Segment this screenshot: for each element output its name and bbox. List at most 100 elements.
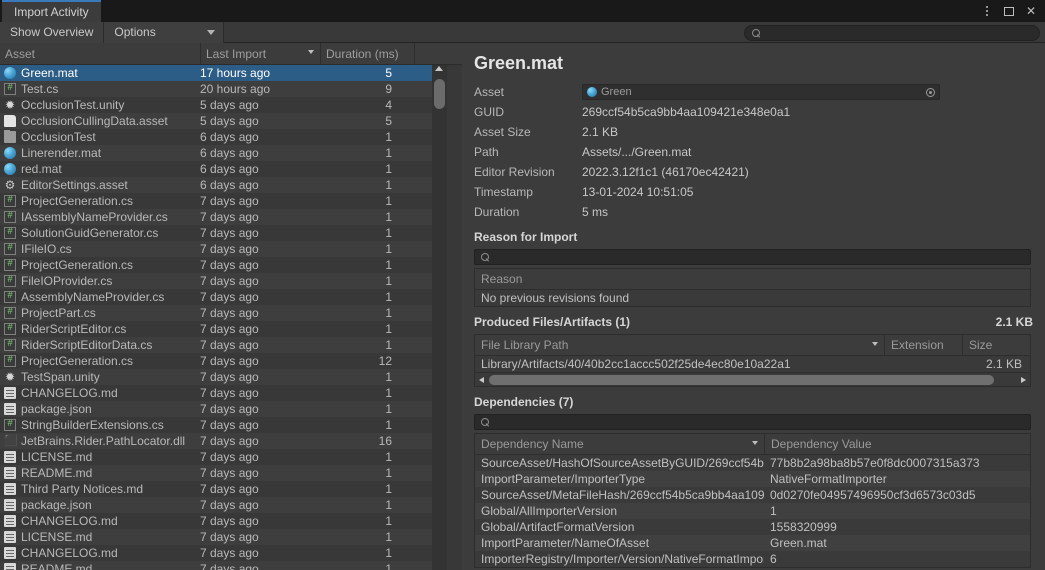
column-header-extension[interactable]: Extension [884,335,962,355]
table-row[interactable]: Global/ArtifactFormatVersion 1558320999 [475,519,1030,535]
table-row[interactable]: Library/Artifacts/40/40b2cc1accc502f25de… [475,356,1030,372]
table-row[interactable]: ProjectGeneration.cs 7 days ago 12 [0,353,447,369]
show-overview-button[interactable]: Show Overview [0,21,105,43]
column-header-file-library-path[interactable]: File Library Path [475,335,884,355]
table-row[interactable]: ⬛ JetBrains.Rider.PathLocator.dll 7 days a… [0,433,447,449]
kebab-menu-icon[interactable] [977,1,997,21]
detail-pane: Green.mat Asset Green GUID 269ccf54b5ca9… [462,43,1045,570]
column-header-duration[interactable]: Duration (ms) [320,43,414,65]
asset-name: README.md [21,562,93,570]
table-row[interactable]: Green.mat 17 hours ago 5 [0,65,447,81]
table-row[interactable]: FileIOProvider.cs 7 days ago 1 [0,273,447,289]
close-icon[interactable]: ✕ [1021,1,1041,21]
column-header-dependency-value[interactable]: Dependency Value [764,434,1030,454]
cell-last-import: 20 hours ago [200,82,271,96]
table-row[interactable]: CHANGELOG.md 7 days ago 1 [0,545,447,561]
scroll-up-arrow-icon[interactable] [435,66,443,71]
cell-asset: IFileIO.cs [0,242,200,256]
horizontal-scrollbar-thumb[interactable] [489,375,994,385]
table-row[interactable]: OcclusionCullingData.asset 5 days ago 5 [0,113,447,129]
asset-list-rows[interactable]: Green.mat 17 hours ago 5 Test.cs 20 hours ag… [0,65,447,570]
asset-object-field[interactable]: Green [582,84,940,100]
tab-label: Import Activity [14,5,89,19]
cell-duration: 12 [378,354,392,368]
field-asset: Asset Green [474,82,1035,102]
table-row[interactable]: ProjectGeneration.cs 7 days ago 1 [0,257,447,273]
field-editor-revision: Editor Revision 2022.3.12f1c1 (46170ec42… [474,162,1035,182]
scroll-left-arrow-icon[interactable] [479,377,484,383]
asset-list-header: Asset Last Import Duration (ms) [0,43,462,65]
table-row[interactable]: IAssemblyNameProvider.cs 7 days ago 1 [0,209,447,225]
table-row[interactable]: ImportParameter/NameOfAsset Green.mat [475,535,1030,551]
table-row[interactable]: package.json 7 days ago 1 [0,497,447,513]
column-header-asset[interactable]: Asset [0,43,200,65]
page-title: Green.mat [474,53,564,73]
table-row[interactable]: ImportParameter/ImporterType NativeFormat… [475,471,1030,487]
tab-import-activity[interactable]: Import Activity [2,0,101,22]
toolbar-search-input[interactable] [744,25,1040,41]
dependencies-search-input[interactable] [474,414,1031,430]
cell-dependency-name: Global/AllImporterVersion [481,504,618,518]
cell-size: 2.1 KB [985,357,1022,371]
table-row[interactable]: Global/AllImporterVersion 1 [475,503,1030,519]
table-row[interactable]: ✹ OcclusionTest.unity 5 days ago 4 [0,97,447,113]
maximize-icon[interactable] [999,1,1019,21]
table-row[interactable]: AssemblyNameProvider.cs 7 days ago 1 [0,289,447,305]
table-row[interactable]: RiderScriptEditor.cs 7 days ago 1 [0,321,447,337]
table-row[interactable]: Third Party Notices.md 7 days ago 1 [0,481,447,497]
table-row[interactable]: ProjectGeneration.cs 7 days ago 1 [0,193,447,209]
table-row[interactable]: StringBuilderExtensions.cs 7 days ago 1 [0,417,447,433]
table-row[interactable]: README.md 7 days ago 1 [0,561,447,570]
table-row[interactable]: Linerender.mat 6 days ago 1 [0,145,447,161]
table-row[interactable]: IFileIO.cs 7 days ago 1 [0,241,447,257]
table-row[interactable]: RiderScriptEditorData.cs 7 days ago 1 [0,337,447,353]
artifacts-horizontal-scrollbar[interactable] [475,372,1030,386]
artifacts-table-rows[interactable]: Library/Artifacts/40/40b2cc1accc502f25de… [475,356,1030,372]
table-row[interactable]: red.mat 6 days ago 1 [0,161,447,177]
cell-last-import: 7 days ago [200,466,259,480]
table-row[interactable]: Test.cs 20 hours ago 9 [0,81,447,97]
asset-name: StringBuilderExtensions.cs [21,418,164,432]
table-row[interactable]: LICENSE.md 7 days ago 1 [0,529,447,545]
table-row[interactable]: ✹ TestSpan.unity 7 days ago 1 [0,369,447,385]
reason-search-input[interactable] [474,249,1031,265]
table-row[interactable]: OcclusionTest 6 days ago 1 [0,129,447,145]
cell-duration: 1 [385,242,392,256]
table-row[interactable]: package.json 7 days ago 1 [0,401,447,417]
column-header-dependency-name[interactable]: Dependency Name [475,434,764,454]
table-row[interactable]: CHANGELOG.md 7 days ago 1 [0,513,447,529]
field-value-editor-revision: 2022.3.12f1c1 (46170ec42421) [582,165,749,179]
column-label-asset: Asset [5,47,36,61]
table-row[interactable]: SourceAsset/HashOfSourceAssetByGUID/269c… [475,455,1030,471]
table-row[interactable]: ProjectPart.cs 7 days ago 1 [0,305,447,321]
scrollbar-thumb[interactable] [434,79,445,109]
table-row[interactable]: No previous revisions found [475,290,1030,306]
cell-asset: LICENSE.md [0,530,200,544]
column-header-reason[interactable]: Reason [475,269,1030,289]
column-label-dependency-name: Dependency Name [481,437,584,451]
dependencies-table-rows[interactable]: SourceAsset/HashOfSourceAssetByGUID/269c… [475,455,1030,567]
table-row[interactable]: README.md 7 days ago 1 [0,465,447,481]
table-row[interactable]: ⚙ EditorSettings.asset 6 days ago 1 [0,177,447,193]
table-row[interactable]: LICENSE.md 7 days ago 1 [0,449,447,465]
sort-descending-icon [752,441,758,445]
cell-last-import: 7 days ago [200,354,259,368]
asset-list-pane: Asset Last Import Duration (ms) Green.ma… [0,43,462,570]
column-header-last-import[interactable]: Last Import [200,43,320,65]
reason-table-rows[interactable]: No previous revisions found [475,290,1030,306]
table-row[interactable]: ImporterRegistry/Importer/Version/Native… [475,551,1030,567]
asset-name: RiderScriptEditor.cs [21,322,127,336]
table-row[interactable]: CHANGELOG.md 7 days ago 1 [0,385,447,401]
cell-duration: 1 [385,130,392,144]
options-dropdown[interactable]: Options [104,21,225,43]
title-bar: Import Activity ✕ [0,0,1045,22]
table-row[interactable]: SourceAsset/MetaFileHash/269ccf54b5ca9bb… [475,487,1030,503]
cell-asset: package.json [0,402,200,416]
object-picker-icon[interactable] [926,88,935,97]
asset-list-scrollbar[interactable] [432,65,447,570]
table-row[interactable]: SolutionGuidGenerator.cs 7 days ago 1 [0,225,447,241]
column-header-size[interactable]: Size [962,335,1030,355]
cell-asset: Third Party Notices.md [0,482,200,496]
scroll-right-arrow-icon[interactable] [1021,377,1026,383]
field-label-editor-revision: Editor Revision [474,165,555,179]
